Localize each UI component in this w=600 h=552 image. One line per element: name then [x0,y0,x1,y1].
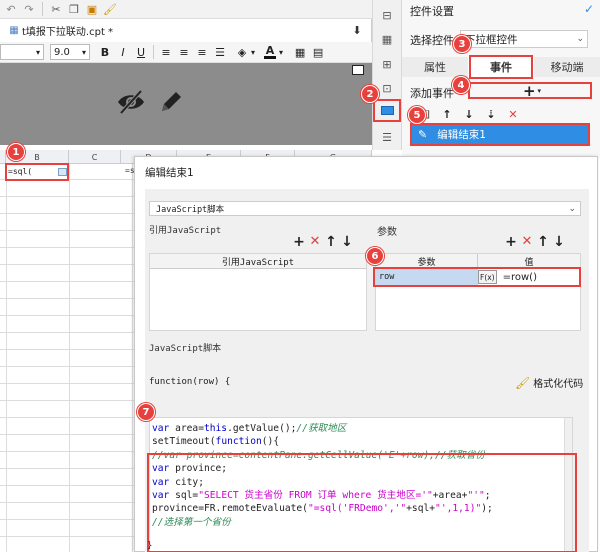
ref-js-col-header: 引用JavaScript [150,254,366,269]
font-color-button[interactable]: A [261,43,279,61]
step-badge-2: 2 [361,85,379,103]
copy-icon[interactable]: ❐ [65,0,83,18]
script-type-select[interactable]: JavaScript脚本 ⌄ [149,201,581,216]
script-type-value: JavaScript脚本 [156,204,225,215]
widget-set-icon[interactable]: ⊞ [378,55,396,73]
js-script-title: JavaScript脚本 [149,344,222,354]
add-param-icon[interactable]: + [503,235,519,249]
resize-handle[interactable] [352,65,364,75]
tab-menu-icon[interactable]: ⬇ [348,21,366,39]
ref-js-table: 引用JavaScript [149,253,367,331]
move-down-icon[interactable]: ↓ [339,235,355,249]
select-widget-dropdown[interactable]: 下拉框控件 ⌄ [460,30,588,48]
highlight-code-editor [147,453,577,552]
format-brush-icon[interactable]: 🖌 [101,0,119,18]
add-event-label: 添加事件 [410,87,454,100]
highlight-widget-settings [373,99,401,122]
table-icon[interactable]: ▦ [378,30,396,48]
brush-icon: 🖌 [515,375,531,390]
params-toolbar: + ✕ ↑ ↓ [503,235,567,250]
dialog-title: 编辑结束1 [145,167,194,179]
sort-down-icon[interactable]: ⇣ [482,105,500,123]
redo-icon[interactable]: ↷ [20,0,38,18]
file-tab-label: t填报下拉联动.cpt * [22,27,114,38]
select-widget-label: 选择控件 [410,34,454,47]
column-header-c[interactable]: C [69,150,121,164]
move-up-icon[interactable]: ↑ [438,105,456,123]
format-code-button[interactable]: 🖌 格式化代码 [515,375,584,391]
merge-icon[interactable]: ▤ [309,43,327,61]
add-icon[interactable]: + [291,235,307,249]
step-badge-5: 5 [408,106,426,124]
format-toolbar: ▾ 9.0 ▾ B I U ≡ ≡ ≡ ☰ ◈ ▾ A ▾ ▦ ▤ [0,42,372,63]
file-tab-bar: ▦ t填报下拉联动.cpt * ⬇ [0,19,372,42]
highlight-param-row [373,267,581,287]
quick-toolbar: ↶ ↷ ✂ ❐ ▣ 🖌 [0,0,372,19]
fill-color-icon[interactable]: ◈ [233,43,251,61]
ref-js-toolbar: + ✕ ↑ ↓ [291,235,355,250]
layout-grid-icon[interactable]: ⊟ [378,6,396,24]
move-up-icon[interactable]: ↑ [535,235,551,249]
ref-js-title: 引用JavaScript [149,226,222,236]
panel-title: 控件设置 [410,5,454,18]
function-signature: function(row) { [149,377,231,387]
move-down-icon[interactable]: ↓ [460,105,478,123]
font-name-select[interactable]: ▾ [0,44,44,60]
step-badge-4: 4 [452,76,470,94]
move-down-icon[interactable]: ↓ [551,235,567,249]
spreadsheet-grid[interactable] [0,164,140,552]
move-up-icon[interactable]: ↑ [323,235,339,249]
highlight-event-item [410,123,590,146]
params-title: 参数 [377,227,397,238]
align-center-icon[interactable]: ≡ [175,43,193,61]
event-editor-dialog: 编辑结束1 JavaScript脚本 ⌄ 引用JavaScript + ✕ ↑ … [134,156,598,552]
widget-toolbar-strip: ⊟ ▦ ⊞ ⊡ ☰ [372,0,402,150]
delete-icon[interactable]: ✕ [307,235,323,249]
widget-settings-panel: 控件设置 ✓ 选择控件 下拉框控件 ⌄ 属性 事件 移动端 添加事件 + ▾ ❏… [402,0,600,158]
edit-pencil-icon[interactable] [158,89,184,115]
step-badge-6: 6 [366,247,384,265]
crop-icon[interactable]: ⊡ [378,79,396,97]
step-badge-3: 3 [453,35,471,53]
params-table: 参数 值 row F(x) =row() [375,253,581,331]
code-line-2: setTimeout(function(){ [152,436,280,447]
highlight-cell-b1 [5,163,69,181]
align-left-icon[interactable]: ≡ [157,43,175,61]
file-icon: ▦ [9,25,19,36]
paste-icon[interactable]: ▣ [83,0,101,18]
format-code-label: 格式化代码 [533,379,584,390]
delete-event-icon[interactable]: ✕ [504,105,522,123]
align-justify-icon[interactable]: ☰ [211,43,229,61]
font-color-letter: A [265,43,275,57]
hidden-eye-icon[interactable] [116,89,146,115]
border-icon[interactable]: ▦ [291,43,309,61]
select-widget-value: 下拉框控件 [465,33,518,46]
cut-icon[interactable]: ✂ [47,0,65,18]
underline-button[interactable]: U [132,43,150,61]
italic-button[interactable]: I [114,43,132,61]
close-brace: } [147,541,153,551]
file-tab[interactable]: ▦ t填报下拉联动.cpt * [0,19,372,42]
step-badge-1: 1 [7,143,25,161]
highlight-add-event [468,82,592,99]
chevron-down-icon: ⌄ [576,34,584,44]
highlight-tab-events [469,55,533,79]
dialog-body: JavaScript脚本 ⌄ 引用JavaScript + ✕ ↑ ↓ 引用Ja… [145,189,589,552]
font-size-select[interactable]: 9.0 ▾ [50,44,90,60]
bold-button[interactable]: B [96,43,114,61]
code-comment: //获取地区 [296,423,347,434]
align-right-icon[interactable]: ≡ [193,43,211,61]
collapse-check-icon[interactable]: ✓ [584,2,594,16]
delete-param-icon[interactable]: ✕ [519,235,535,249]
widget-preview-area [0,63,372,145]
undo-icon[interactable]: ↶ [2,0,20,18]
tab-mobile[interactable]: 移动端 [534,57,600,77]
step-badge-7: 7 [137,403,155,421]
event-toolbar: ❏ ↑ ↓ ⇣ ✕ [416,105,522,123]
list-icon[interactable]: ☰ [378,128,396,146]
chevron-down-icon: ⌄ [568,203,576,214]
code-line-1: var area=this.getValue();//获取地区 [152,423,347,434]
tab-properties[interactable]: 属性 [402,57,468,77]
font-size-value: 9.0 [54,46,70,58]
